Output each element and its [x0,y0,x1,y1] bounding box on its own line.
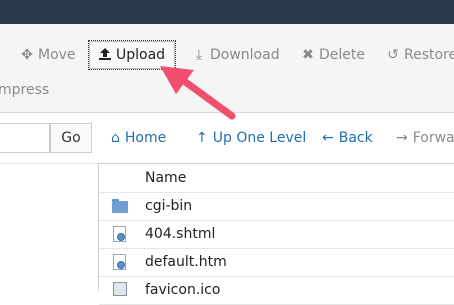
path-bar: Go ⌂Home ↑Up One Level ←Back →Forwar [0,113,454,163]
title-bar [0,0,454,24]
upload-label: Upload [116,47,166,63]
arrow-right-icon: → [396,130,408,146]
file-row[interactable]: favicon.ico [99,276,454,305]
back-link[interactable]: ← Back [322,125,373,151]
download-icon: ⤓ [195,47,203,63]
delete-label: Delete [319,47,365,63]
move-button[interactable]: ✥ Move [20,41,76,69]
folder-tree-pane[interactable] [0,163,98,291]
level-up-icon: ↑ [196,130,208,146]
arrow-left-icon: ← [322,130,334,146]
home-label: Home [124,130,167,146]
file-name: favicon.ico [145,282,221,298]
compress-button[interactable]: mpress [0,76,49,104]
restore-label: Restore [404,47,454,63]
html-file-icon [112,254,128,270]
file-list: Name cgi-bin 404.shtml default.htm favic… [98,163,454,305]
file-row[interactable]: 404.shtml [99,220,454,249]
move-label: Move [38,47,76,63]
home-icon: ⌂ [111,130,120,146]
file-list-header: Name [99,164,454,193]
forward-link[interactable]: →Forwar [396,125,454,151]
restore-button[interactable]: ↺ Restore [386,41,454,69]
compress-label: mpress [0,82,50,98]
upload-icon [99,48,111,60]
path-input[interactable] [0,123,50,153]
file-row[interactable]: cgi-bin [99,192,454,221]
html-file-icon [112,226,128,242]
file-row[interactable]: default.htm [99,248,454,277]
folder-icon [112,198,128,214]
home-link[interactable]: ⌂ Home [111,125,166,151]
up-one-level-link[interactable]: ↑ Up One Level [196,125,306,151]
file-name: default.htm [145,254,227,270]
delete-icon: ✖ [302,47,314,63]
up-one-level-label: Up One Level [212,130,307,146]
file-name: 404.shtml [145,226,216,242]
move-icon: ✥ [21,47,33,63]
go-button[interactable]: Go [50,123,92,153]
back-label: Back [338,130,373,146]
file-name: cgi-bin [145,198,193,214]
column-header-name[interactable]: Name [145,164,186,192]
restore-icon: ↺ [387,47,399,63]
upload-button[interactable]: Upload [88,40,177,70]
download-button[interactable]: ⤓ Download [192,41,280,69]
download-label: Download [210,47,280,63]
image-file-icon [112,282,128,298]
delete-button[interactable]: ✖ Delete [301,41,365,69]
toolbar: ✥ Move Upload ⤓ Download ✖ Delete ↺ Restore … [0,24,454,113]
forward-label: Forwar [412,130,454,146]
